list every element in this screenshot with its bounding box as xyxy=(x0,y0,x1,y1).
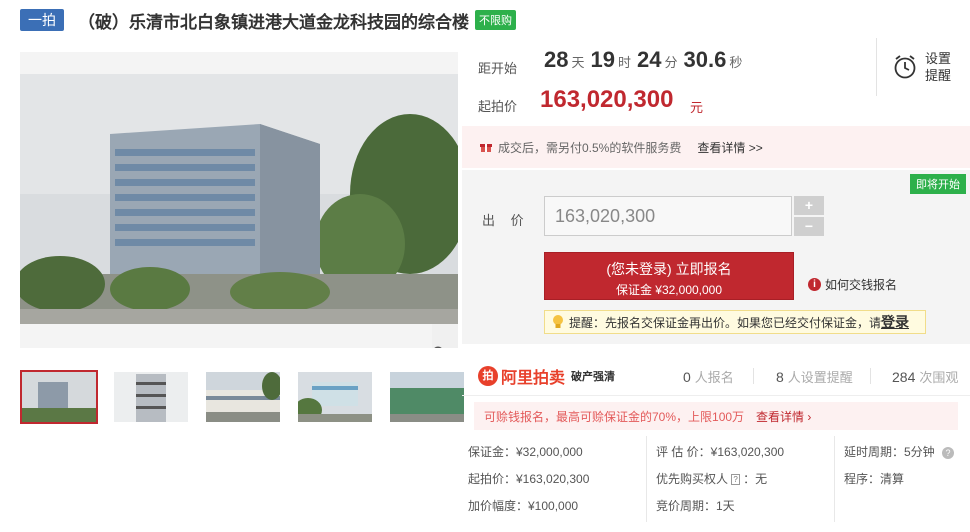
decrease-bid-button[interactable]: − xyxy=(794,217,824,236)
thumbnail-5-image xyxy=(390,372,464,422)
thumbnail-1[interactable] xyxy=(20,370,98,424)
thumbnail-4-image xyxy=(298,372,372,422)
countdown-label: 距开始 xyxy=(478,61,518,76)
thumbnail-2-image xyxy=(114,372,188,422)
bidding-period-info: 竞价周期：1天 xyxy=(656,499,735,513)
thumbnail-5[interactable] xyxy=(388,370,466,424)
countdown-hours: 19 xyxy=(590,47,615,72)
delay-period-info: 延时周期：5分钟 ? xyxy=(844,443,955,460)
deposit-info: 保证金：¥32,000,000 xyxy=(468,445,583,459)
credit-signup-text: 可赊钱报名，最高可赊保证金的70%，上限100万 xyxy=(484,409,745,424)
start-price-info: 起拍价：¥163,020,300 xyxy=(468,472,590,486)
increment-info: 加价幅度：¥100,000 xyxy=(468,499,579,513)
signup-button-label: (您未登录) 立即报名 xyxy=(606,261,732,277)
signup-deposit-label: 保证金 ¥32,000,000 xyxy=(615,283,723,297)
signup-count-label: 人报名 xyxy=(694,370,734,385)
ali-auction-icon: 拍 xyxy=(478,366,498,386)
delay-period-text: 延时周期：5分钟 xyxy=(844,445,935,459)
service-fee-notice: 成交后，需另付0.5%的软件服务费 查看详情 >> xyxy=(462,126,970,168)
login-link[interactable]: 登录 xyxy=(881,312,909,332)
service-fee-text: 成交后，需另付0.5%的软件服务费 xyxy=(498,140,682,155)
signup-count: 0 人报名 xyxy=(683,367,734,386)
purchase-limit-badge: 不限购 xyxy=(475,10,516,30)
credit-signup-details-link[interactable]: 查看详情 › xyxy=(756,408,811,425)
bid-label: 出 价 xyxy=(482,213,530,228)
countdown-days: 28 xyxy=(544,47,569,72)
page-title: （破）乐清市北白象镇进港大道金龙科技园的综合楼 xyxy=(78,12,469,32)
how-to-pay-label: 如何交钱报名 xyxy=(825,278,898,292)
stats-divider xyxy=(870,368,871,384)
thumbnail-4[interactable] xyxy=(296,370,374,424)
increase-bid-button[interactable]: + xyxy=(794,196,824,215)
procedure-info: 程序：清算 xyxy=(844,472,905,486)
reminder-count-label: 人设置提醒 xyxy=(787,370,853,385)
help-icon[interactable]: ? xyxy=(731,474,740,486)
thumbnail-strip xyxy=(20,370,466,424)
thumbnail-3-image xyxy=(206,372,280,422)
column-divider xyxy=(646,436,647,522)
auction-round-badge: 一拍 xyxy=(20,9,64,31)
platform-subtitle: 破产强清 xyxy=(571,371,616,383)
magnifier-icon xyxy=(434,346,442,348)
gift-icon xyxy=(480,144,492,152)
credit-signup-details-label: 查看详情 xyxy=(756,409,805,424)
zoom-button[interactable] xyxy=(432,324,458,348)
countdown-seconds-unit: 秒 xyxy=(729,55,743,70)
column-divider xyxy=(834,436,835,522)
status-badge: 即将开始 xyxy=(910,174,966,194)
credit-signup-notice: 可赊钱报名，最高可赊保证金的70%，上限100万 查看详情 › xyxy=(474,402,958,430)
starting-price-unit: 元 xyxy=(690,100,704,115)
signup-count-number: 0 xyxy=(683,369,691,385)
view-count: 284 次围观 xyxy=(892,367,958,386)
platform-logo: 拍 阿里拍卖 破产强清 xyxy=(478,364,615,388)
starting-price-label: 起拍价 xyxy=(478,99,518,114)
view-count-number: 284 xyxy=(892,369,916,385)
priority-buyer-label: 优先购买权人 xyxy=(656,472,729,486)
starting-price-value: 163,020,300 xyxy=(540,86,674,113)
platform-name: 阿里拍卖 xyxy=(501,370,566,387)
view-count-label: 次围观 xyxy=(919,370,959,385)
bid-amount-input[interactable]: 163,020,300 xyxy=(544,196,792,236)
appraisal-info: 评 估 价：¥163,020,300 xyxy=(656,445,785,459)
title-row: 一拍 （破）乐清市北白象镇进港大道金龙科技园的综合楼 不限购 xyxy=(20,8,516,32)
info-icon: i xyxy=(808,278,821,291)
stats-row: 拍 阿里拍卖 破产强清 0 人报名 8 人设置提醒 284 次围观 xyxy=(462,356,970,396)
building-photo xyxy=(20,74,458,324)
chevron-right-icon: › xyxy=(807,409,812,424)
priority-buyer-value: ：无 xyxy=(743,472,768,486)
countdown-minutes: 24 xyxy=(637,47,662,72)
countdown-days-unit: 天 xyxy=(571,55,585,70)
login-tip-text: 提醒：先报名交保证金再出价。如果您已经交付保证金，请 xyxy=(569,315,882,330)
alarm-clock-icon xyxy=(894,55,916,79)
main-photo[interactable] xyxy=(20,52,458,348)
how-to-pay-link[interactable]: i 如何交钱报名 xyxy=(808,276,897,293)
reminder-count-number: 8 xyxy=(776,369,784,385)
countdown-seconds: 30.6 xyxy=(683,47,727,72)
reminder-count: 8 人设置提醒 xyxy=(776,367,853,386)
lightbulb-icon xyxy=(553,315,563,328)
thumbnail-3[interactable] xyxy=(204,370,282,424)
set-reminder-button[interactable]: 设置提醒 xyxy=(876,38,970,96)
thumbnail-2[interactable] xyxy=(112,370,190,424)
countdown-minutes-unit: 分 xyxy=(664,55,678,70)
signup-button[interactable]: (您未登录) 立即报名 保证金 ¥32,000,000 xyxy=(544,252,794,300)
service-fee-details-link[interactable]: 查看详情 >> xyxy=(697,139,762,156)
set-reminder-label: 设置提醒 xyxy=(925,51,952,83)
question-icon[interactable]: ? xyxy=(942,447,955,459)
bid-panel: 即将开始 出 价 163,020,300 + − (您未登录) 立即报名 保证金… xyxy=(462,170,970,344)
stats-divider xyxy=(753,368,754,384)
countdown-hours-unit: 时 xyxy=(617,55,631,70)
priority-buyer-info: 优先购买权人 ? ：无 xyxy=(656,470,767,487)
thumbnail-1-image xyxy=(22,372,96,422)
countdown-timer: 28 天 19 时 24 分 30.6 秒 xyxy=(544,47,748,73)
login-tip: 提醒：先报名交保证金再出价。如果您已经交付保证金，请 登录 xyxy=(544,310,926,334)
